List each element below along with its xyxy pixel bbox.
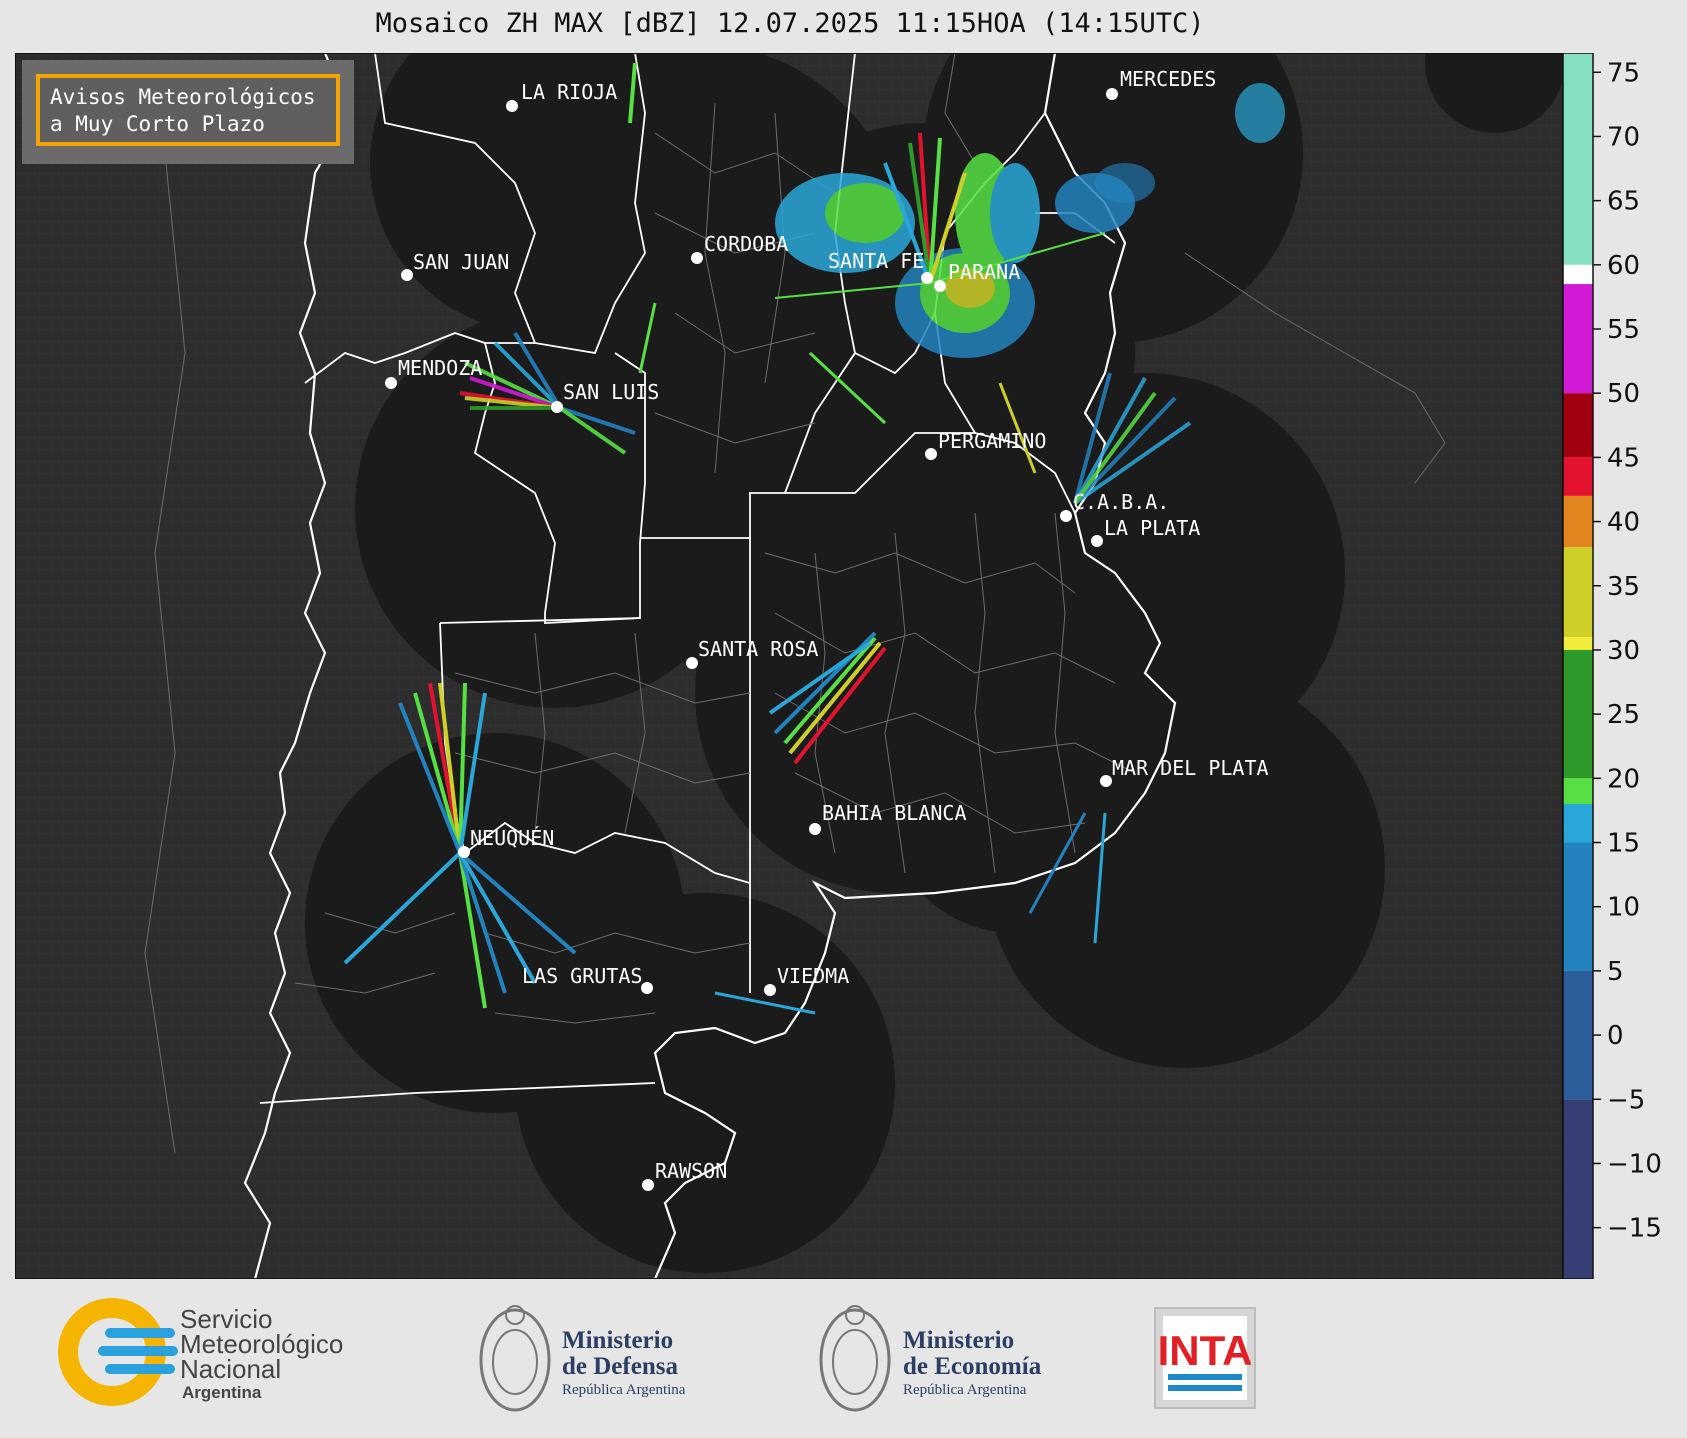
city-label-caba: C.A.B.A. xyxy=(1073,490,1169,514)
city-label-mercedes: MERCEDES xyxy=(1120,67,1216,91)
economia-line-1: Ministerio xyxy=(903,1327,1014,1354)
colorbar-tick-label-9: 30 xyxy=(1607,636,1640,666)
defensa-line-3: República Argentina xyxy=(562,1382,686,1398)
colorbar-band-3 xyxy=(1563,393,1593,458)
economia-logo: Ministerio de Economía República Argenti… xyxy=(819,1305,1042,1412)
colorbar-tick-label-5: 50 xyxy=(1607,379,1640,409)
colorbar-band-9 xyxy=(1563,778,1593,805)
colorbar-band-2 xyxy=(1563,284,1593,394)
colorbar-ticks: 757065605550454035302520151050−5−10−15 xyxy=(1593,58,1662,1244)
colorbar-tick-label-8: 35 xyxy=(1607,572,1640,602)
colorbar-band-11 xyxy=(1563,842,1593,971)
smn-logo: Servicio Meteorológico Nacional Argentin… xyxy=(58,1298,343,1406)
legend-box: Avisos Meteorológicos a Muy Corto Plazo xyxy=(22,60,354,164)
colorbar-tick-label-0: 75 xyxy=(1607,58,1640,88)
colorbar-tick-label-15: 0 xyxy=(1607,1021,1624,1051)
colorbar-bands xyxy=(1563,53,1593,1279)
smn-line-3: Nacional xyxy=(180,1354,281,1384)
legend-inner: Avisos Meteorológicos a Muy Corto Plazo xyxy=(36,74,340,146)
city-label-parana: PARANA xyxy=(948,260,1020,284)
colorbar-tick-label-4: 55 xyxy=(1607,315,1640,345)
city-label-bahia-blanca: BAHIA BLANCA xyxy=(822,801,967,825)
colorbar-tick-label-13: 10 xyxy=(1607,893,1640,923)
colorbar-tick-label-7: 40 xyxy=(1607,508,1640,538)
colorbar-band-8 xyxy=(1563,649,1593,779)
colorbar-tick-label-6: 45 xyxy=(1607,443,1640,473)
radar-map: LA RIOJA MERCEDES SAN JUAN CORDOBA SANTA… xyxy=(15,53,1563,1279)
colorbar-tick-label-12: 15 xyxy=(1607,829,1640,859)
colorbar-band-6 xyxy=(1563,547,1593,638)
economia-line-2: de Economía xyxy=(903,1353,1042,1380)
city-label-mar-del-plata: MAR DEL PLATA xyxy=(1112,756,1269,780)
inta-logo: INTA xyxy=(1154,1307,1256,1409)
colorbar-tick-label-18: −15 xyxy=(1607,1214,1662,1244)
colorbar-band-0 xyxy=(1563,53,1593,265)
city-label-la-plata: LA PLATA xyxy=(1104,516,1200,540)
legend-line-2: a Muy Corto Plazo xyxy=(50,112,265,136)
colorbar-band-1 xyxy=(1563,264,1593,285)
colorbar-tick-label-2: 65 xyxy=(1607,187,1640,217)
city-label-santa-fe: SANTA FE xyxy=(828,249,924,273)
city-label-santa-rosa: SANTA ROSA xyxy=(698,637,818,661)
city-label-neuquen: NEUQUÉN xyxy=(470,826,554,850)
colorbar-tick-label-16: −5 xyxy=(1607,1085,1645,1115)
city-label-la-rioja: LA RIOJA xyxy=(521,80,617,104)
colorbar-band-10 xyxy=(1563,804,1593,843)
city-label-san-luis: SAN LUIS xyxy=(563,380,659,404)
defensa-line-1: Ministerio xyxy=(562,1327,673,1354)
map-title: Mosaico ZH MAX [dBZ] 12.07.2025 11:15HOA… xyxy=(375,8,1205,39)
economia-line-3: República Argentina xyxy=(903,1382,1027,1398)
colorbar-band-12 xyxy=(1563,970,1593,1100)
colorbar: 757065605550454035302520151050−5−10−15 xyxy=(1563,53,1662,1279)
legend-line-1: Avisos Meteorológicos xyxy=(50,85,316,109)
colorbar-tick-label-17: −10 xyxy=(1607,1149,1662,1179)
colorbar-band-4 xyxy=(1563,457,1593,496)
colorbar-band-5 xyxy=(1563,495,1593,548)
footer-logos: Servicio Meteorológico Nacional Argentin… xyxy=(58,1298,1256,1412)
colorbar-band-13 xyxy=(1563,1099,1593,1279)
colorbar-tick-label-1: 70 xyxy=(1607,122,1640,152)
city-label-viedma: VIEDMA xyxy=(777,964,849,988)
inta-text: INTA xyxy=(1158,1327,1253,1374)
colorbar-band-7 xyxy=(1563,637,1593,650)
city-label-rawson: RAWSON xyxy=(655,1159,727,1183)
colorbar-tick-label-14: 5 xyxy=(1607,957,1624,987)
smn-line-4: Argentina xyxy=(182,1383,262,1402)
colorbar-tick-label-3: 60 xyxy=(1607,251,1640,281)
city-label-las-grutas: LAS GRUTAS xyxy=(522,964,642,988)
defensa-line-2: de Defensa xyxy=(562,1353,678,1380)
colorbar-tick-label-10: 25 xyxy=(1607,700,1640,730)
city-label-cordoba: CORDOBA xyxy=(704,232,788,256)
city-label-mendoza: MENDOZA xyxy=(398,356,482,380)
city-label-san-juan: SAN JUAN xyxy=(413,250,509,274)
city-label-pergamino: PERGAMINO xyxy=(938,429,1046,453)
colorbar-tick-label-11: 20 xyxy=(1607,764,1640,794)
defensa-logo: Ministerio de Defensa República Argentin… xyxy=(479,1305,686,1412)
